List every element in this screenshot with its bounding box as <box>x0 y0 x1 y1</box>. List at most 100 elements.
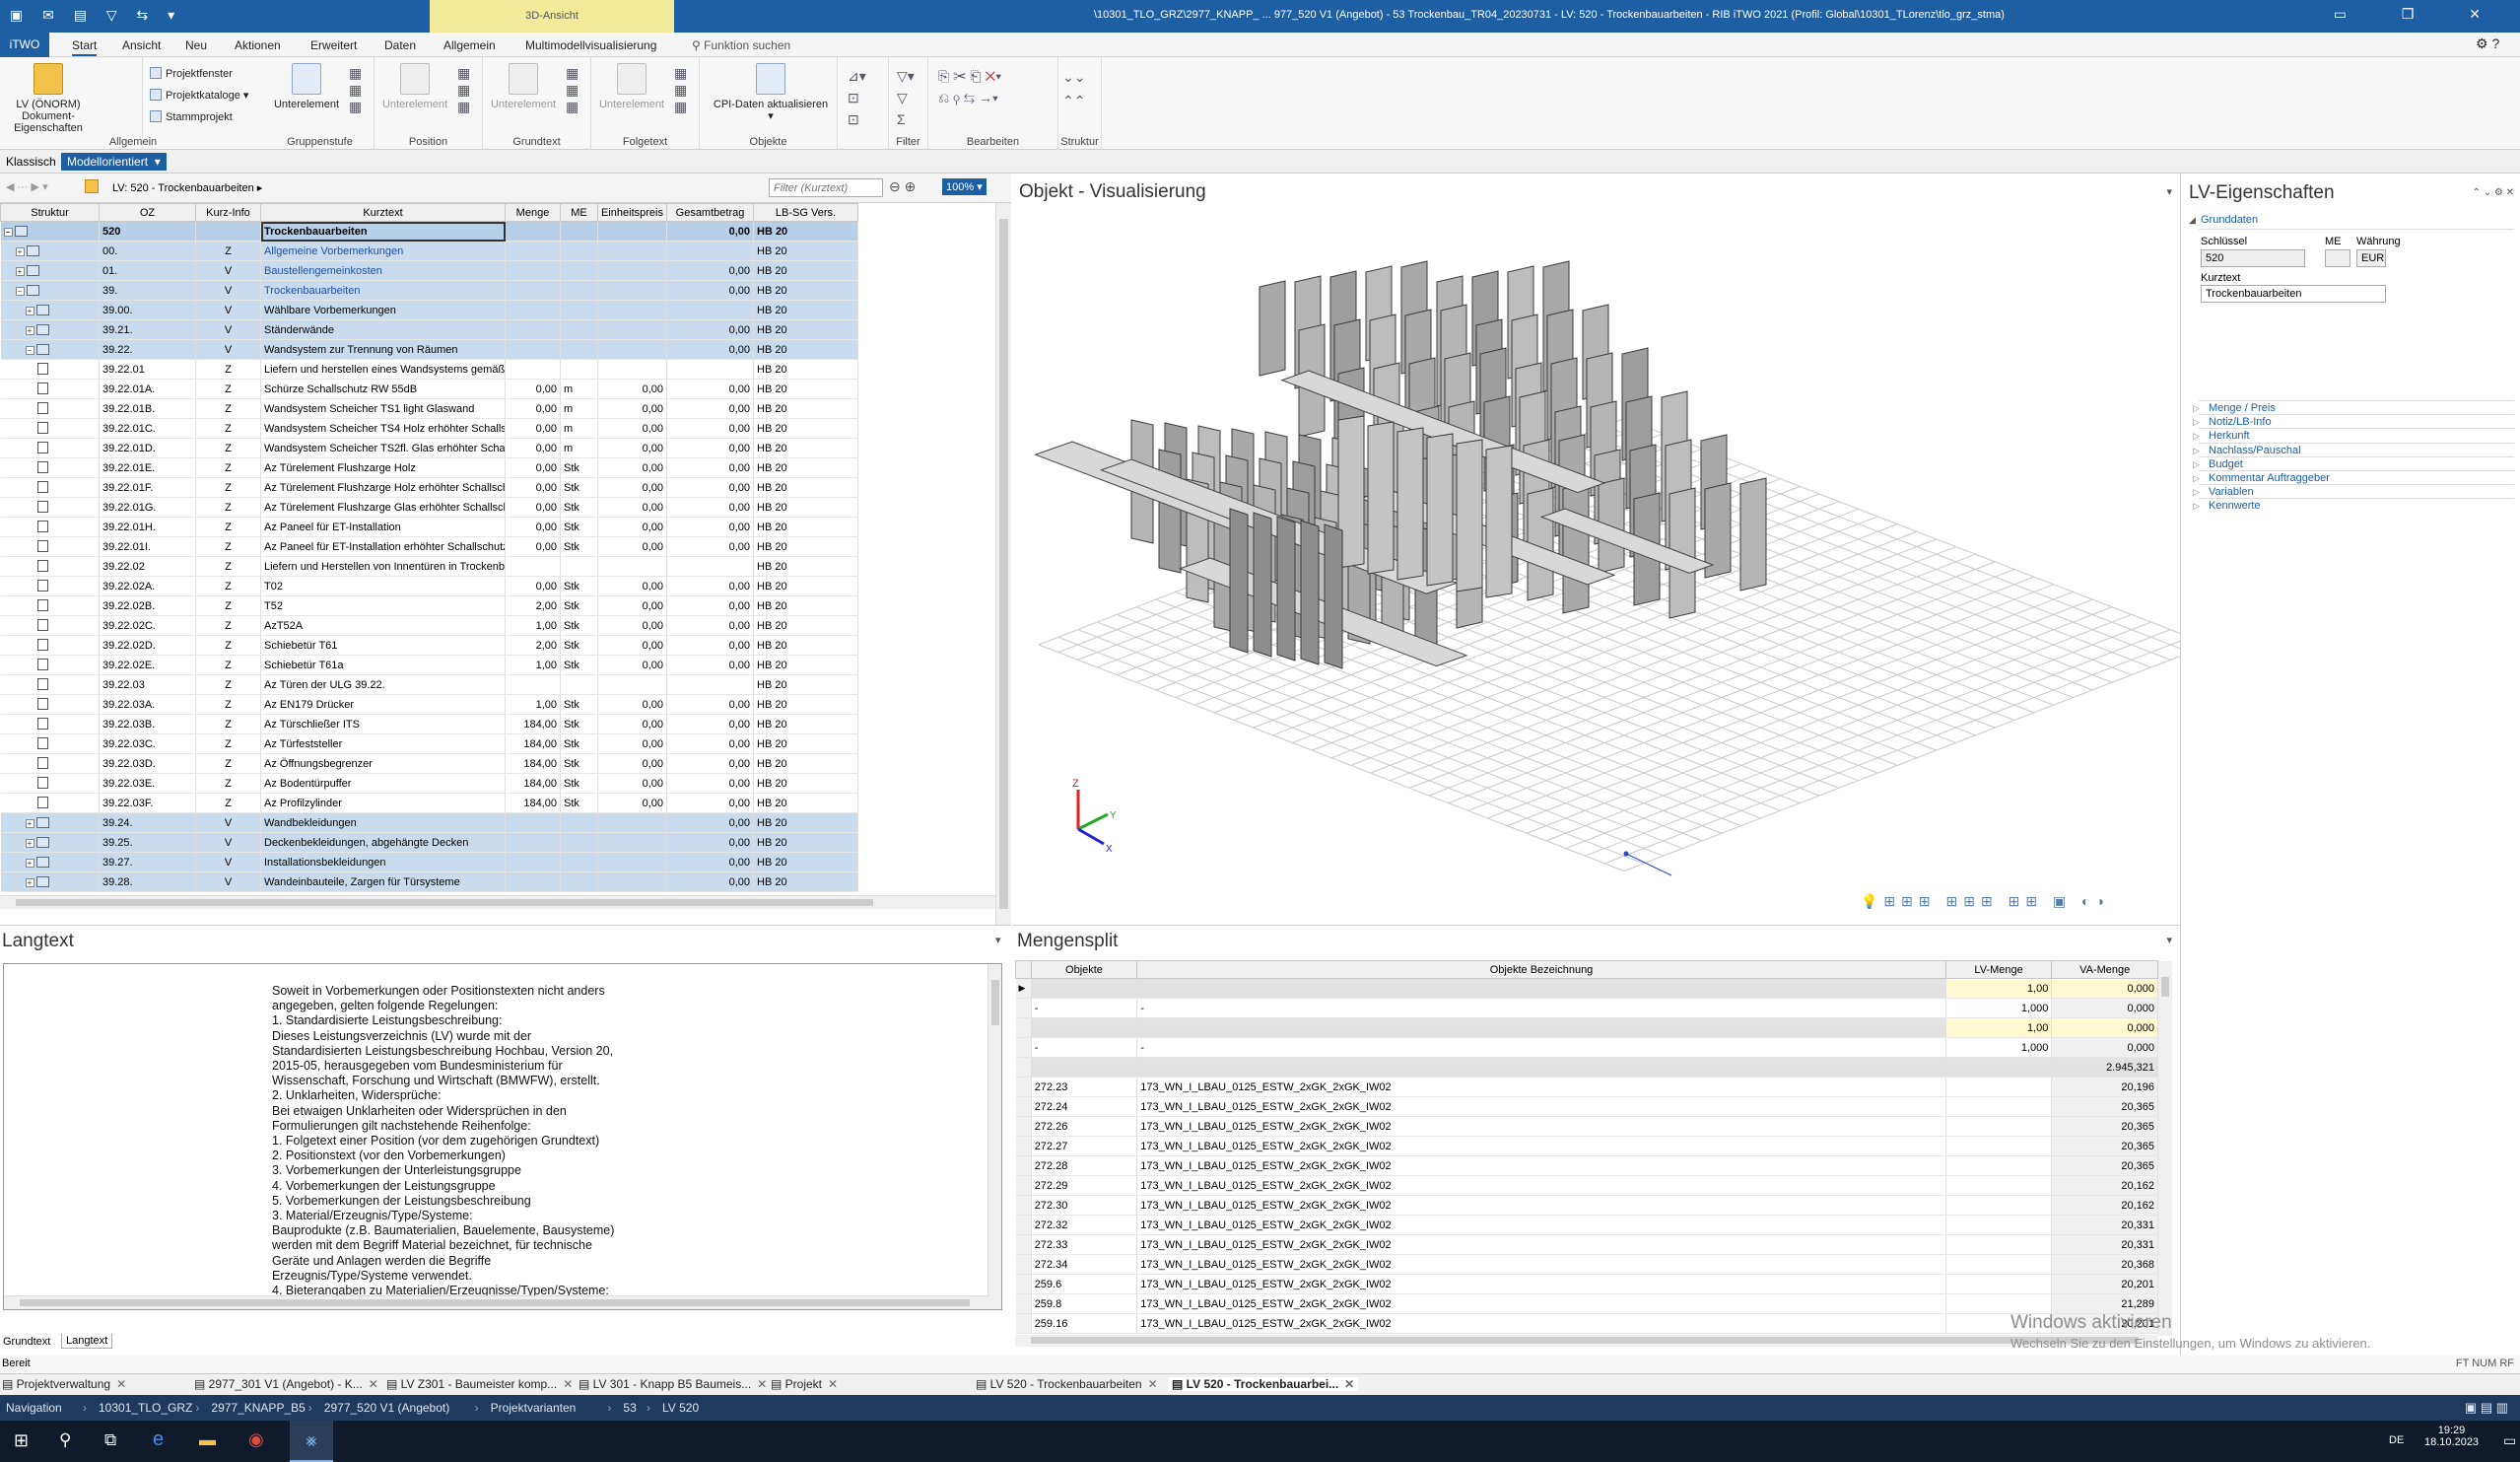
pane-controls[interactable]: ⌃ ⌄ ⚙ ✕ <box>2473 187 2514 198</box>
lb-version-cell[interactable]: HB 20 <box>753 517 858 537</box>
oz-cell[interactable]: 39.22. <box>99 339 196 360</box>
me-cell[interactable]: Stk <box>560 576 598 596</box>
lb-version-cell[interactable]: HB 20 <box>753 635 858 656</box>
gesamtbetrag-cell[interactable]: 0,00 <box>666 418 754 439</box>
va-menge-cell[interactable]: 20,331 <box>2051 1215 2158 1235</box>
structure-cell[interactable] <box>0 773 100 794</box>
lv-breadcrumb[interactable]: LV: 520 - Trockenbauarbeiten ▸ <box>112 181 262 194</box>
lv-col-header[interactable]: LB-SG Vers. <box>753 203 858 222</box>
kurztext-cell[interactable]: Liefern und Herstellen von Innentüren in… <box>260 556 506 577</box>
section-grunddaten[interactable]: Grunddaten <box>2201 214 2258 226</box>
menge-cell[interactable]: 0,00 <box>505 379 561 399</box>
einheitspreis-cell[interactable] <box>597 339 667 360</box>
einheitspreis-cell[interactable]: 0,00 <box>597 655 667 675</box>
oz-cell[interactable]: 39.22.03E. <box>99 773 196 794</box>
lb-version-cell[interactable]: HB 20 <box>753 339 858 360</box>
kurztext-cell[interactable]: Wandsystem zur Trennung von Räumen <box>260 339 506 360</box>
structure-cell[interactable] <box>0 655 100 675</box>
einheitspreis-cell[interactable]: 0,00 <box>597 793 667 813</box>
kurztext-cell[interactable]: T52 <box>260 595 506 616</box>
close-tab-icon[interactable]: ✕ <box>563 1377 573 1391</box>
kurztext-field[interactable]: Trockenbauarbeiten <box>2201 285 2386 303</box>
menge-cell[interactable]: 184,00 <box>505 793 561 813</box>
langtext-horizontal-scrollbar[interactable] <box>4 1295 989 1309</box>
tab-langtext[interactable]: Langtext <box>61 1334 113 1349</box>
structure-cell[interactable]: + <box>0 871 100 892</box>
tab-start[interactable]: Start <box>72 38 98 56</box>
waehrung-field[interactable]: EUR <box>2356 249 2386 267</box>
gesamtbetrag-cell[interactable]: 0,00 <box>666 733 754 754</box>
projektkataloge-button[interactable]: Projektkataloge ▾ <box>150 89 248 102</box>
mengensplit-col-header[interactable]: Objekte Bezeichnung <box>1136 960 1946 979</box>
expand-toggle-icon[interactable]: + <box>25 818 34 828</box>
lb-version-cell[interactable]: HB 20 <box>753 319 858 340</box>
einheitspreis-cell[interactable]: 0,00 <box>597 497 667 518</box>
menge-cell[interactable]: 0,00 <box>505 576 561 596</box>
cpi-daten-aktualisieren-button[interactable]: CPI-Daten aktualisieren ▾ <box>712 63 830 122</box>
property-section-link[interactable]: Variablen <box>2193 486 2254 498</box>
kurztext-cell[interactable]: Az EN179 Drücker <box>260 694 506 715</box>
nav-breadcrumb-item[interactable]: Projektvarianten <box>491 1401 577 1415</box>
me-cell[interactable] <box>560 221 598 242</box>
kurz-info-cell[interactable]: Z <box>195 438 261 458</box>
lb-version-cell[interactable]: HB 20 <box>753 832 858 853</box>
va-menge-cell[interactable]: 20,365 <box>2051 1096 2158 1117</box>
langtext-vertical-scrollbar[interactable] <box>988 964 1001 1309</box>
close-tab-icon[interactable]: ✕ <box>116 1377 126 1391</box>
oz-cell[interactable]: 39.24. <box>99 812 196 833</box>
kurz-info-cell[interactable]: Z <box>195 497 261 518</box>
tab-itwo[interactable]: iTWO <box>0 33 49 57</box>
me-cell[interactable]: m <box>560 398 598 419</box>
structure-cell[interactable]: + <box>0 852 100 872</box>
property-section-link[interactable]: Budget <box>2193 458 2243 470</box>
mengensplit-vertical-scrollbar[interactable] <box>2158 961 2172 1336</box>
kurztext-cell[interactable]: Schiebetür T61 <box>260 635 506 656</box>
grundtext-small-icons[interactable]: ▦ ▦ ▦ <box>566 65 579 115</box>
structure-cell[interactable] <box>0 793 100 813</box>
menge-cell[interactable] <box>505 832 561 853</box>
kurz-info-cell[interactable]: V <box>195 871 261 892</box>
structure-cell[interactable]: + <box>0 300 100 320</box>
kurz-info-cell[interactable]: V <box>195 300 261 320</box>
window-controls[interactable]: ▭ ❐ ✕ <box>2334 6 2506 23</box>
menge-cell[interactable] <box>505 674 561 695</box>
einheitspreis-cell[interactable]: 0,00 <box>597 576 667 596</box>
oz-cell[interactable]: 39.00. <box>99 300 196 320</box>
oz-cell[interactable]: 01. <box>99 260 196 281</box>
einheitspreis-cell[interactable] <box>597 300 667 320</box>
kurz-info-cell[interactable]: V <box>195 812 261 833</box>
oz-cell[interactable]: 39.25. <box>99 832 196 853</box>
lv-row[interactable]: +39.21. V Ständerwände 0,00 HB 20 <box>0 319 858 340</box>
lv-menge-cell[interactable] <box>1945 1293 2053 1314</box>
oz-cell[interactable]: 39.22.03 <box>99 674 196 695</box>
kurztext-cell[interactable]: Az Türelement Flushzarge Glas erhöhter S… <box>260 497 506 518</box>
filter-kurztext-input[interactable] <box>769 178 883 197</box>
lv-row[interactable]: − 39. V Trockenbauarbeiten 0,00 HB 20 <box>0 280 858 301</box>
kurz-info-cell[interactable]: Z <box>195 635 261 656</box>
objekt-bezeichnung-cell[interactable]: - <box>1136 998 1946 1018</box>
menge-cell[interactable]: 184,00 <box>505 773 561 794</box>
menge-cell[interactable] <box>505 812 561 833</box>
objekt-cell[interactable]: 272.23 <box>1031 1077 1138 1097</box>
search-icon[interactable]: ⚲ <box>59 1430 71 1450</box>
oz-cell[interactable]: 39.22.03D. <box>99 753 196 774</box>
row-selector[interactable] <box>1015 1234 1032 1255</box>
mengensplit-row[interactable]: 272.24 173_WN_I_LBAU_0125_ESTW_2xGK_2xGK_… <box>1015 1096 2158 1117</box>
zoom-icons[interactable]: ⊖ ⊕ <box>889 178 916 195</box>
document-tab[interactable]: ▤ 2977_301 V1 (Angebot) - K... ✕ <box>194 1377 378 1391</box>
kurztext-cell[interactable]: Ständerwände <box>260 319 506 340</box>
lv-menge-cell[interactable] <box>1945 1077 2053 1097</box>
mengensplit-row[interactable]: 1,00 0,000 <box>1015 1017 2158 1038</box>
menge-cell[interactable] <box>505 556 561 577</box>
misc-tool-icons[interactable]: ⊿▾ ⊡ ⊡ <box>848 65 866 130</box>
kurz-info-cell[interactable]: V <box>195 280 261 301</box>
lv-col-header[interactable]: Kurztext <box>260 203 506 222</box>
menge-cell[interactable]: 184,00 <box>505 714 561 734</box>
structure-cell[interactable] <box>0 536 100 557</box>
lb-version-cell[interactable]: HB 20 <box>753 753 858 774</box>
objekt-bezeichnung-cell[interactable]: 173_WN_I_LBAU_0125_ESTW_2xGK_2xGK_IW02 <box>1136 1077 1946 1097</box>
row-selector[interactable] <box>1015 1057 1032 1078</box>
mengensplit-row[interactable]: - -1,000 0,000 <box>1015 1037 2158 1058</box>
structure-cell[interactable] <box>0 714 100 734</box>
oz-cell[interactable]: 39.22.02A. <box>99 576 196 596</box>
